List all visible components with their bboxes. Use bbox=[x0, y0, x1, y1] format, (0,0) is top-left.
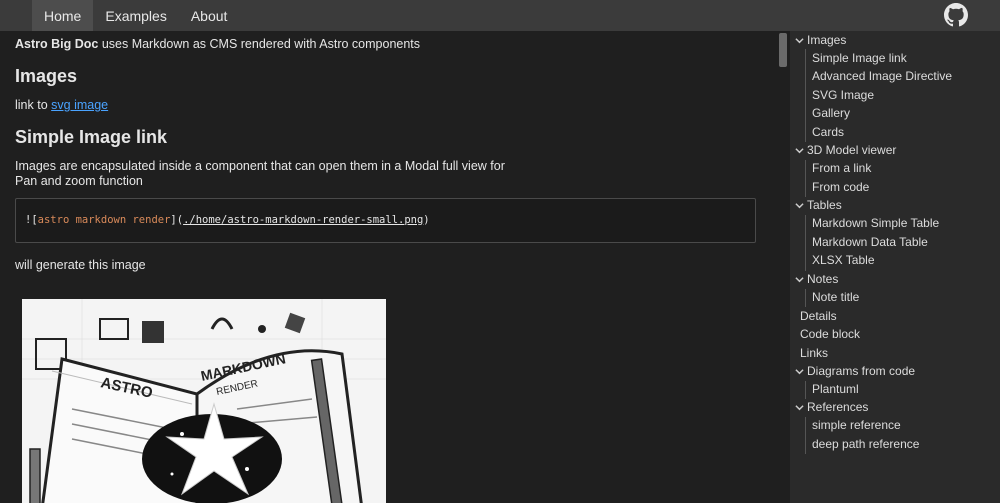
chevron-down-icon bbox=[795, 404, 804, 410]
code-url: ./home/astro-markdown-render-small.png bbox=[183, 214, 424, 226]
toc-item-deep-path-reference[interactable]: deep path reference bbox=[812, 435, 919, 453]
link-prefix: link to bbox=[15, 98, 52, 112]
toc-guide-notes bbox=[805, 289, 806, 307]
chevron-down-icon bbox=[795, 37, 804, 43]
toc-item-cards[interactable]: Cards bbox=[812, 123, 844, 141]
nav-about[interactable]: About bbox=[179, 0, 240, 31]
toc-item-md-data-table[interactable]: Markdown Data Table bbox=[812, 233, 928, 251]
chevron-down-icon bbox=[795, 368, 804, 374]
table-of-contents: Images Simple Image link Advanced Image … bbox=[790, 31, 1000, 503]
toc-item-simple-reference[interactable]: simple reference bbox=[812, 416, 901, 434]
heading-images: Images bbox=[15, 66, 78, 86]
toc-group-diagrams[interactable]: Diagrams from code bbox=[795, 362, 915, 380]
scrollbar-thumb[interactable] bbox=[779, 33, 787, 67]
code-mid: ]( bbox=[170, 214, 184, 226]
main-nav: Home Examples About bbox=[32, 0, 239, 31]
toc-item-code-block[interactable]: Code block bbox=[800, 325, 860, 343]
astro-markdown-render-image[interactable]: ASTRO MARKDOWN RENDER bbox=[22, 299, 386, 503]
toc-label-notes: Notes bbox=[807, 272, 839, 286]
code-end: ) bbox=[423, 214, 430, 226]
toc-item-svg-image[interactable]: SVG Image bbox=[812, 86, 874, 104]
toc-label-tables: Tables bbox=[807, 198, 842, 212]
main-scrollbar[interactable] bbox=[777, 31, 789, 503]
intro-text: Astro Big Doc uses Markdown as CMS rende… bbox=[15, 37, 420, 51]
generate-paragraph: will generate this image bbox=[15, 258, 146, 272]
toc-item-md-simple-table[interactable]: Markdown Simple Table bbox=[812, 214, 939, 232]
toc-guide-tables bbox=[805, 215, 806, 271]
toc-item-gallery[interactable]: Gallery bbox=[812, 104, 850, 122]
toc-label-diagrams: Diagrams from code bbox=[807, 364, 916, 378]
toc-label-3d: 3D Model viewer bbox=[807, 143, 897, 157]
heading-simple-image-link: Simple Image link bbox=[15, 127, 168, 147]
toc-item-from-code[interactable]: From code bbox=[812, 178, 869, 196]
top-navbar: Home Examples About bbox=[0, 0, 1000, 31]
svg-image-link[interactable]: svg image bbox=[51, 98, 108, 112]
toc-group-notes[interactable]: Notes bbox=[795, 270, 838, 288]
toc-item-links[interactable]: Links bbox=[800, 344, 828, 362]
toc-guide-diagrams bbox=[805, 381, 806, 399]
code-alt-text: astro markdown render bbox=[37, 214, 171, 226]
encapsulation-paragraph: Images are encapsulated inside a compone… bbox=[15, 159, 505, 188]
intro-rest: uses Markdown as CMS rendered with Astro… bbox=[98, 37, 421, 51]
github-icon[interactable] bbox=[944, 3, 968, 27]
nav-home[interactable]: Home bbox=[32, 0, 94, 31]
chevron-down-icon bbox=[795, 147, 804, 153]
toc-item-details[interactable]: Details bbox=[800, 307, 837, 325]
toc-item-plantuml[interactable]: Plantuml bbox=[812, 380, 859, 398]
chevron-down-icon bbox=[795, 202, 804, 208]
toc-item-note-title[interactable]: Note title bbox=[812, 288, 859, 306]
toc-guide-images bbox=[805, 49, 806, 142]
main-content: Astro Big Doc uses Markdown as CMS rende… bbox=[0, 31, 790, 503]
toc-item-simple-image-link[interactable]: Simple Image link bbox=[812, 49, 907, 67]
toc-group-images[interactable]: Images bbox=[795, 31, 846, 49]
svg-link-paragraph: link to svg image bbox=[15, 98, 108, 113]
toc-group-tables[interactable]: Tables bbox=[795, 196, 842, 214]
code-block[interactable]: ![astro markdown render](./home/astro-ma… bbox=[15, 198, 756, 243]
toc-item-from-a-link[interactable]: From a link bbox=[812, 159, 871, 177]
toc-group-3d-model-viewer[interactable]: 3D Model viewer bbox=[795, 141, 896, 159]
toc-label-images: Images bbox=[807, 33, 847, 47]
toc-group-references[interactable]: References bbox=[795, 398, 868, 416]
toc-guide-references bbox=[805, 417, 806, 454]
intro-bold: Astro Big Doc bbox=[15, 37, 99, 51]
code-bang: ![ bbox=[25, 214, 38, 226]
toc-item-xlsx-table[interactable]: XLSX Table bbox=[812, 251, 875, 269]
toc-item-advanced-image-directive[interactable]: Advanced Image Directive bbox=[812, 67, 952, 85]
book-illustration: ASTRO MARKDOWN RENDER bbox=[22, 299, 386, 503]
chevron-down-icon bbox=[795, 276, 804, 282]
toc-label-references: References bbox=[807, 400, 869, 414]
nav-examples[interactable]: Examples bbox=[93, 0, 178, 31]
toc-guide-3d bbox=[805, 160, 806, 197]
